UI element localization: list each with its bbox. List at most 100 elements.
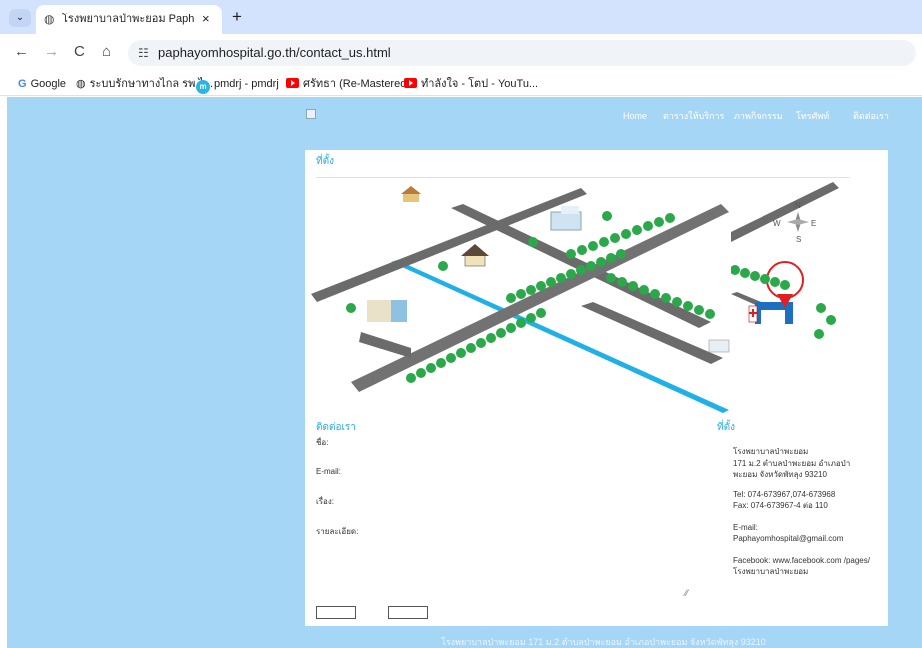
nav-phone[interactable]: โทรศัพท์ [796, 111, 829, 122]
fax: Fax: 074-673967-4 ต่อ 110 [733, 501, 828, 510]
tree-icon [814, 329, 824, 339]
tree-icon [476, 338, 486, 348]
facebook-info[interactable]: Facebook: www.facebook.com /pages/โรงพยา… [733, 555, 873, 577]
tree-icon [528, 237, 538, 247]
tree-icon [536, 281, 546, 291]
site-info-icon[interactable]: ☷ [138, 45, 149, 61]
tab-search-button[interactable]: ⌄ [9, 9, 31, 27]
tree-icon [577, 245, 587, 255]
tree-icon [617, 277, 627, 287]
toolbar: ← → C ⌂ ☷ paphayomhospital.go.th/contact… [0, 34, 922, 72]
map-right: N W E S [731, 182, 839, 339]
name-field[interactable] [409, 436, 689, 450]
tree-icon [446, 353, 456, 363]
tree-icon [566, 249, 576, 259]
detail-textarea[interactable] [409, 532, 695, 604]
tree-icon [639, 285, 649, 295]
submit-button[interactable] [316, 606, 356, 619]
building-right [708, 339, 730, 353]
close-icon[interactable]: × [202, 11, 210, 26]
detail-label: รายละเอียด: [316, 527, 359, 536]
tree-icon [596, 257, 606, 267]
tree-icon [438, 261, 448, 271]
tree-icon [694, 305, 704, 315]
home-button[interactable]: ⌂ [102, 43, 111, 61]
bookmark-telemedicine[interactable]: ◍ ระบบรักษาทางไกล รพ.ไ... [76, 77, 213, 91]
tree-icon [526, 285, 536, 295]
bookmarks-bar: G Google ◍ ระบบรักษาทางไกล รพ.ไ... m pmdrj … [0, 72, 922, 96]
road-right [731, 182, 839, 242]
reload-button[interactable]: C [74, 43, 85, 61]
tree-icon [654, 217, 664, 227]
page-body: Home ตารางให้บริการ ภาพกิจกรรม โทรศัพท์ … [7, 97, 922, 648]
tree-icon [770, 277, 780, 287]
tree-icon [740, 268, 750, 278]
nav-home[interactable]: Home [623, 111, 647, 122]
address-bar[interactable]: ☷ paphayomhospital.go.th/contact_us.html [128, 40, 916, 66]
url-text: paphayomhospital.go.th/contact_us.html [158, 45, 391, 60]
globe-icon: ◍ [76, 78, 86, 90]
bookmark-youtube-1[interactable]: ศรัทธา (Re-Mastered... [286, 77, 416, 91]
location-title: ที่ตั้ง [316, 156, 334, 167]
active-tab[interactable]: ◍ โรงพยาบาลป่าพะยอม PaphayomH × [36, 5, 222, 34]
broken-image-icon [306, 109, 316, 119]
bookmark-youtube-2[interactable]: ทำลังใจ - โตป - YouTu... [404, 77, 538, 91]
tree-icon [406, 373, 416, 383]
tab-title: โรงพยาบาลป่าพะยอม PaphayomH [62, 13, 194, 25]
nav-contact[interactable]: ติดต่อเรา [853, 111, 889, 122]
email-field[interactable] [409, 465, 689, 479]
name-label: ชื่อ: [316, 438, 329, 447]
tree-icon [566, 269, 576, 279]
tree-icon [426, 363, 436, 373]
nav-activities[interactable]: ภาพกิจกรรม [734, 111, 783, 122]
tree-icon [616, 249, 626, 259]
email-info-label: E-mail: [733, 523, 758, 532]
youtube-icon [286, 78, 299, 88]
tree-icon [586, 261, 596, 271]
email-info[interactable]: Paphayomhospital@gmail.com [733, 533, 873, 544]
tree-icon [456, 348, 466, 358]
compass-s: S [796, 235, 801, 244]
road-left [359, 332, 411, 358]
tree-icon [760, 274, 770, 284]
compass-e: E [811, 219, 816, 228]
youtube-icon [404, 78, 417, 88]
tree-icon [731, 265, 740, 275]
footer-address: โรงพยาบาลป่าพะยอม 171 ม.2 ตำบลป่าพะยอม อ… [441, 637, 766, 647]
reset-button[interactable] [388, 606, 428, 619]
location-map [311, 186, 730, 413]
new-tab-button[interactable]: + [232, 8, 242, 25]
tree-icon [556, 273, 566, 283]
forward-button[interactable]: → [44, 43, 59, 61]
tree-icon [750, 271, 760, 281]
subject-field[interactable] [409, 495, 689, 509]
tree-icon [672, 297, 682, 307]
tree-icon [526, 313, 536, 323]
tree-icon [599, 237, 609, 247]
chevron-down-icon: ⌄ [15, 12, 25, 23]
tree-icon [516, 289, 526, 299]
tree-icon [621, 229, 631, 239]
tree-icon [436, 358, 446, 368]
subject-label: เรื่อง: [316, 497, 334, 506]
tree-icon [576, 265, 586, 275]
bookmark-google[interactable]: G Google [18, 77, 66, 91]
tree-icon [486, 333, 496, 343]
tree-icon [705, 309, 715, 319]
tree-icon [826, 315, 836, 325]
tree-icon [643, 221, 653, 231]
tree-icon [588, 241, 598, 251]
back-button[interactable]: ← [14, 43, 29, 61]
tree-icon [661, 293, 671, 303]
compass-n: N [795, 201, 801, 210]
nav-schedule[interactable]: ตารางให้บริการ [663, 111, 724, 122]
tree-icon [536, 308, 546, 318]
tree-icon [610, 233, 620, 243]
road-diagonal [351, 204, 729, 392]
compass-w: W [773, 219, 781, 228]
globe-icon: ◍ [44, 12, 55, 26]
tree-icon [780, 280, 790, 290]
resize-handle-icon[interactable]: ⁄⁄ [685, 588, 688, 598]
tel: Tel: 074-673967,074-673968 [733, 490, 836, 499]
bookmark-pmdrj[interactable]: m pmdrj - pmdrj [196, 77, 279, 94]
